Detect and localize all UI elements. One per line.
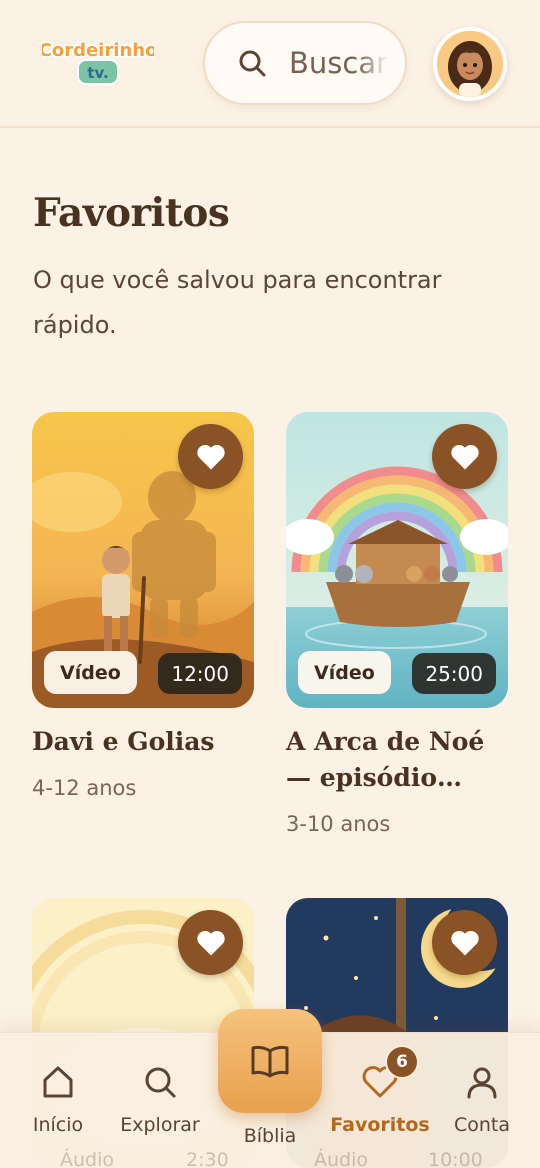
card-thumbnail[interactable]: Vídeo 12:00: [32, 412, 254, 708]
cordeirinho-logo[interactable]: Cordeirinho tv.: [37, 34, 159, 86]
search-placeholder: Buscar: [289, 46, 389, 80]
favorite-card[interactable]: Vídeo 12:00 Davi e Golias 4-12 anos: [32, 412, 254, 800]
profile-avatar[interactable]: [433, 27, 507, 101]
duration-badge: 12:00: [158, 653, 242, 694]
nav-item-favoritos[interactable]: Favoritos: [330, 1063, 430, 1136]
media-type-badge-peek: Áudio: [314, 1149, 369, 1168]
favorite-heart-button[interactable]: [432, 424, 497, 489]
page-subtitle: O que você salvou para encontrar rápido.: [33, 266, 442, 339]
duration-badge-peek: 2:30: [186, 1149, 229, 1168]
svg-text:Cordeirinho: Cordeirinho: [42, 40, 154, 61]
home-icon: [43, 1066, 73, 1098]
search-field[interactable]: Buscar: [203, 21, 407, 105]
user-icon: [467, 1067, 497, 1099]
favorite-heart-button[interactable]: [432, 910, 497, 975]
search-icon: [239, 50, 266, 77]
card-thumbnail[interactable]: Vídeo 25:00: [286, 412, 508, 708]
heart-filled-icon: [196, 444, 225, 469]
app-header: Cordeirinho tv. Buscar: [0, 0, 540, 128]
nav-label: Início: [32, 1114, 84, 1136]
nav-item-conta[interactable]: Conta: [432, 1063, 532, 1136]
search-icon: [145, 1067, 176, 1098]
nav-item-inicio[interactable]: Início: [8, 1063, 108, 1136]
favorite-heart-button[interactable]: [178, 910, 243, 975]
card-age-range: 4-12 anos: [32, 776, 137, 800]
nav-label: Explorar: [120, 1114, 200, 1136]
favorite-heart-button[interactable]: [178, 424, 243, 489]
svg-text:tv.: tv.: [87, 64, 108, 82]
nav-label: Conta: [453, 1114, 511, 1136]
biblia-button[interactable]: [218, 1009, 322, 1113]
page-title: Favoritos: [33, 190, 230, 236]
heart-filled-icon: [450, 444, 479, 469]
nav-label: Bíblia: [243, 1125, 297, 1147]
nav-item-explorar[interactable]: Explorar: [110, 1063, 210, 1136]
book-icon: [251, 1045, 289, 1078]
bottom-navigation: Início Explorar Bíblia Favoritos 6 Conta…: [0, 1009, 540, 1168]
favorites-count-badge: 6: [385, 1045, 419, 1079]
media-type-badge: Vídeo: [298, 651, 391, 694]
card-title[interactable]: Davi e Golias: [32, 724, 254, 760]
duration-badge-peek: 10:00: [428, 1149, 483, 1168]
favorite-card[interactable]: Vídeo 25:00 A Arca de Noé — episódio… 3-…: [286, 412, 508, 836]
girl-avatar-icon: [437, 31, 503, 97]
heart-filled-icon: [450, 930, 479, 955]
nav-label: Favoritos: [330, 1114, 430, 1136]
media-type-badge: Vídeo: [44, 651, 137, 694]
card-age-range: 3-10 anos: [286, 812, 391, 836]
media-type-badge-peek: Áudio: [60, 1149, 115, 1168]
heart-filled-icon: [196, 930, 225, 955]
duration-badge: 25:00: [412, 653, 496, 694]
card-title[interactable]: A Arca de Noé — episódio…: [286, 724, 508, 796]
